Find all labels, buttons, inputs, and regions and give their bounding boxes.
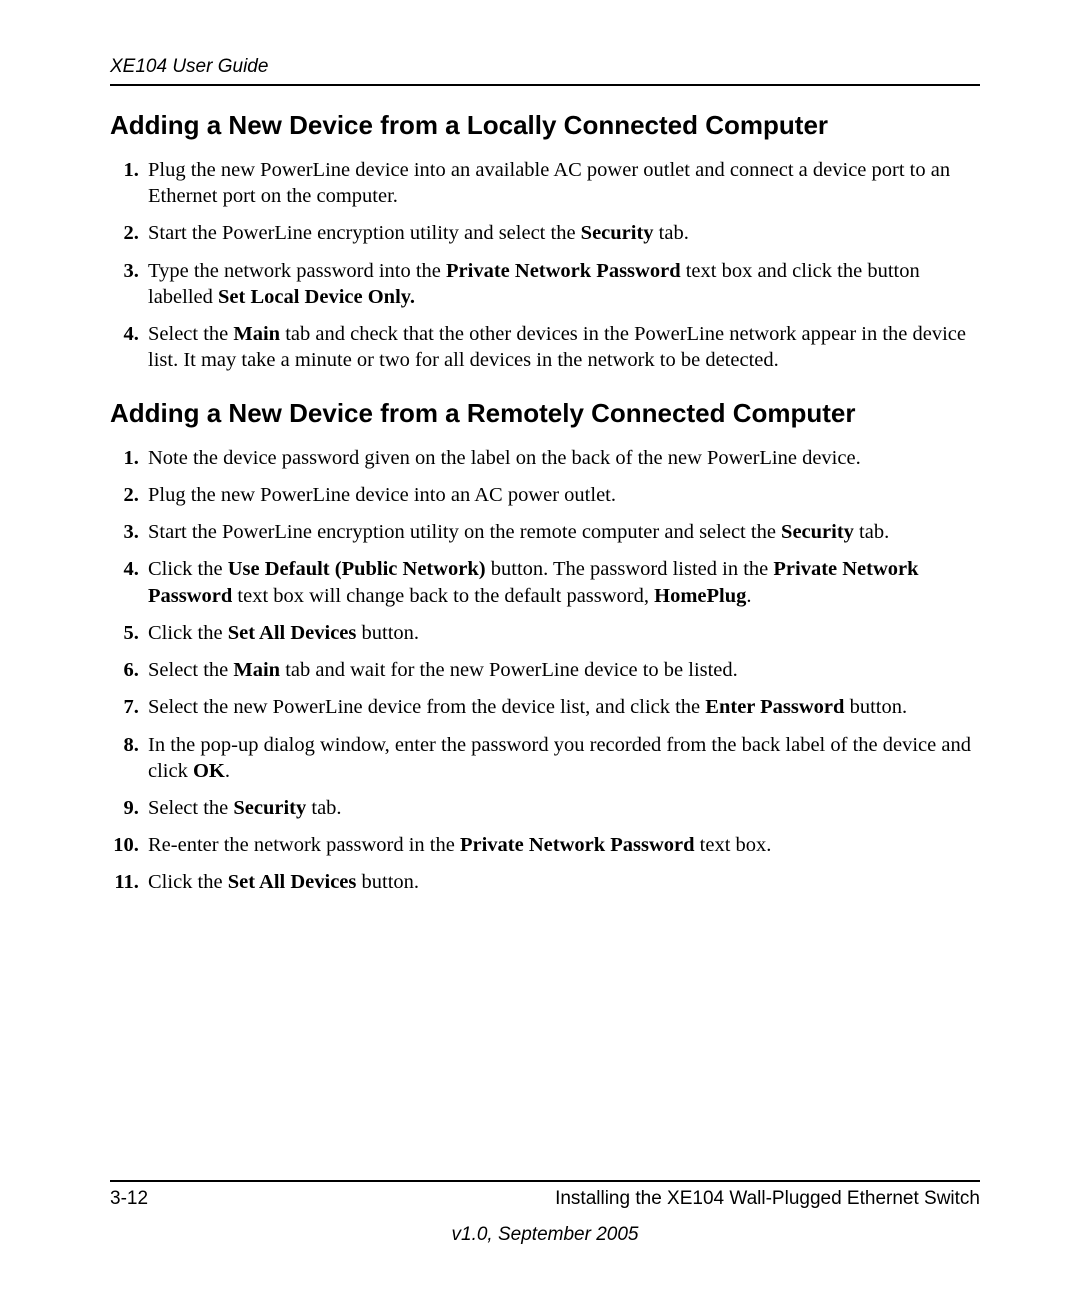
list-item: Plug the new PowerLine device into an av… (144, 157, 980, 209)
step-text: button. (356, 871, 419, 893)
step-text: Click the (148, 622, 228, 644)
step-text: . (225, 760, 230, 782)
list-item: Start the PowerLine encryption utility a… (144, 220, 980, 246)
list-item: Note the device password given on the la… (144, 445, 980, 471)
step-text: tab. (306, 797, 341, 819)
bold-term: Main (233, 659, 280, 681)
bold-term: HomePlug (654, 585, 746, 607)
step-text: button. (356, 622, 419, 644)
step-text: Re-enter the network password in the (148, 834, 460, 856)
section-heading-local: Adding a New Device from a Locally Conne… (110, 110, 980, 141)
list-item: Re-enter the network password in the Pri… (144, 832, 980, 858)
footer-version: v1.0, September 2005 (110, 1224, 980, 1246)
list-item: Click the Use Default (Public Network) b… (144, 556, 980, 608)
bold-term: Enter Password (705, 696, 844, 718)
section-heading-remote: Adding a New Device from a Remotely Conn… (110, 398, 980, 429)
step-text: Click the (148, 558, 228, 580)
step-text: Select the (148, 797, 233, 819)
footer-rule (110, 1180, 980, 1182)
bold-term: OK (193, 760, 225, 782)
list-item: Select the Main tab and wait for the new… (144, 657, 980, 683)
bold-term: Main (233, 323, 280, 345)
steps-remote: Note the device password given on the la… (110, 445, 980, 896)
step-text: . (746, 585, 751, 607)
bold-term: Private Network Password (446, 260, 681, 282)
header-rule (110, 84, 980, 86)
list-item: Select the Security tab. (144, 795, 980, 821)
step-text: Select the new PowerLine device from the… (148, 696, 705, 718)
step-text: Start the PowerLine encryption utility a… (148, 222, 581, 244)
step-text: Start the PowerLine encryption utility o… (148, 521, 781, 543)
step-text: Note the device password given on the la… (148, 447, 861, 469)
list-item: Start the PowerLine encryption utility o… (144, 519, 980, 545)
list-item: Select the new PowerLine device from the… (144, 694, 980, 720)
bold-term: Security (781, 521, 854, 543)
bold-term: Set All Devices (228, 871, 357, 893)
list-item: In the pop-up dialog window, enter the p… (144, 732, 980, 784)
chapter-title: Installing the XE104 Wall-Plugged Ethern… (555, 1188, 980, 1210)
step-text: Type the network password into the (148, 260, 446, 282)
bold-term: Security (581, 222, 654, 244)
list-item: Click the Set All Devices button. (144, 620, 980, 646)
step-text: Select the (148, 323, 233, 345)
bold-term: Security (233, 797, 306, 819)
list-item: Select the Main tab and check that the o… (144, 321, 980, 373)
step-text: Select the (148, 659, 233, 681)
step-text: In the pop-up dialog window, enter the p… (148, 734, 971, 782)
step-text: button. (844, 696, 907, 718)
steps-local: Plug the new PowerLine device into an av… (110, 157, 980, 374)
step-text: button. The password listed in the (486, 558, 774, 580)
step-text: Plug the new PowerLine device into an av… (148, 159, 950, 207)
step-text: Click the (148, 871, 228, 893)
page-footer: 3-12 Installing the XE104 Wall-Plugged E… (110, 1180, 980, 1246)
step-text: text box will change back to the default… (232, 585, 654, 607)
running-header: XE104 User Guide (110, 56, 980, 78)
step-text: tab and wait for the new PowerLine devic… (280, 659, 738, 681)
step-text: tab. (654, 222, 689, 244)
bold-term: Set All Devices (228, 622, 357, 644)
step-text: tab. (854, 521, 889, 543)
page-number: 3-12 (110, 1188, 148, 1210)
list-item: Type the network password into the Priva… (144, 258, 980, 310)
bold-term: Use Default (Public Network) (228, 558, 486, 580)
footer-row: 3-12 Installing the XE104 Wall-Plugged E… (110, 1188, 980, 1210)
step-text: text box. (695, 834, 772, 856)
step-text: Plug the new PowerLine device into an AC… (148, 484, 616, 506)
bold-term: Set Local Device Only. (218, 286, 415, 308)
list-item: Plug the new PowerLine device into an AC… (144, 482, 980, 508)
page: XE104 User Guide Adding a New Device fro… (0, 0, 1080, 1296)
list-item: Click the Set All Devices button. (144, 869, 980, 895)
bold-term: Private Network Password (460, 834, 695, 856)
